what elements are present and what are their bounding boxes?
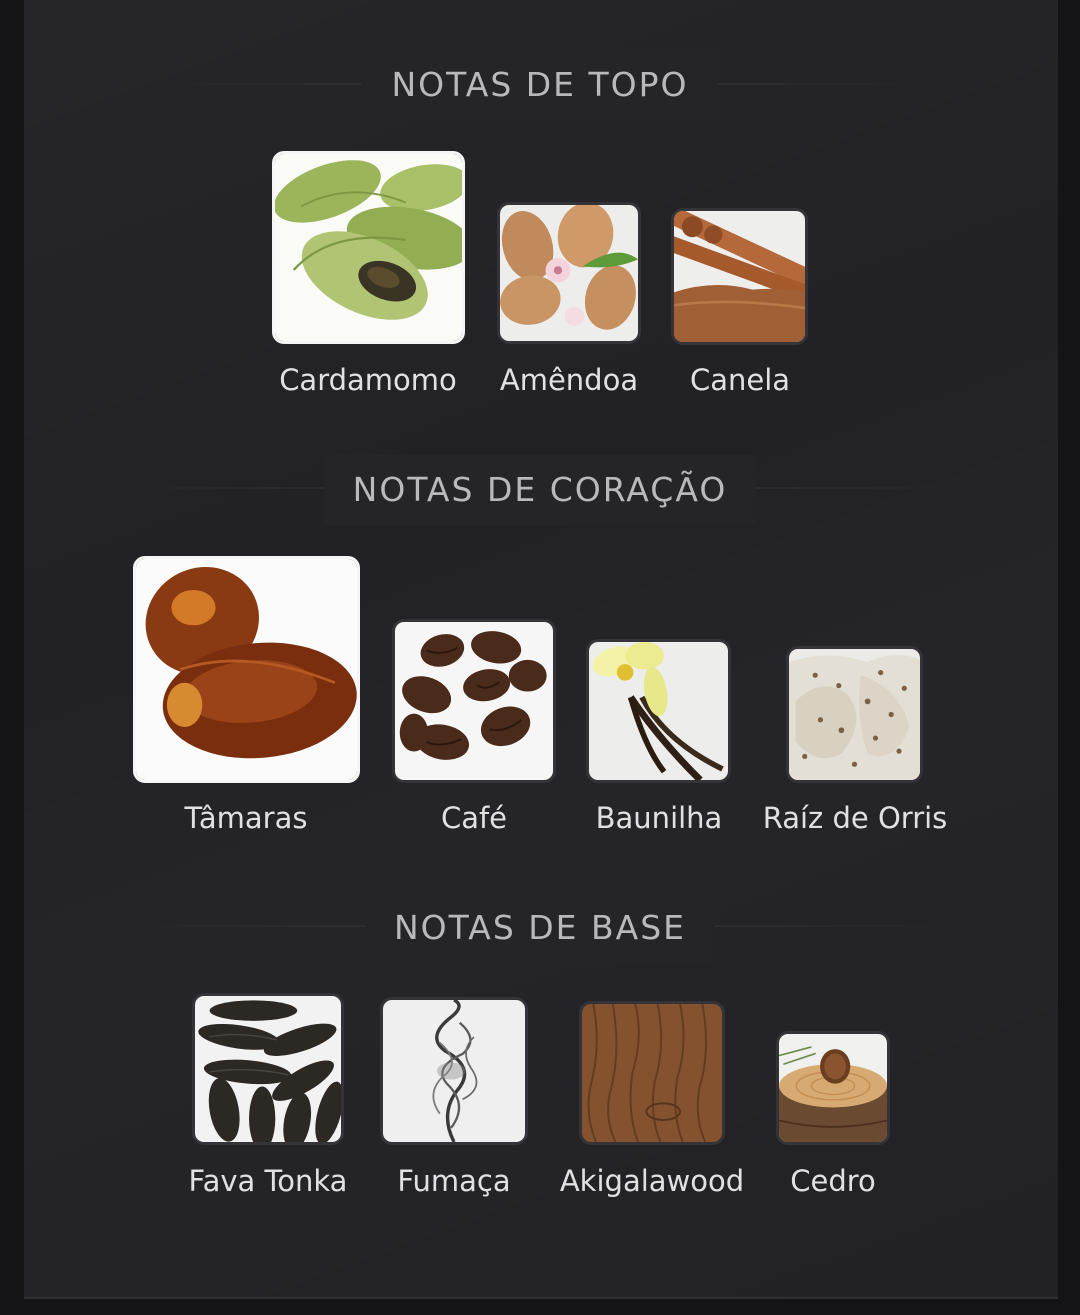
coffee-beans-icon [392,619,556,783]
note-label: Raíz de Orris [762,801,948,835]
orris-root-icon [786,646,923,783]
note-label: Tâmaras [184,801,308,835]
vanilla-icon [586,639,731,783]
note-label: Canela [689,363,791,397]
cardamom-icon [272,151,465,344]
dates-icon [133,556,360,783]
wood-grain-icon [579,1001,725,1145]
cedar-log-icon [776,1031,890,1145]
section-title-heart-notes: NOTAS DE CORAÇÃO [324,455,756,525]
smoke-icon [380,997,528,1145]
section-title-base-notes: NOTAS DE BASE [366,893,714,963]
almond-icon [497,202,641,344]
section-title-top-notes: NOTAS DE TOPO [362,50,718,120]
cinnamon-icon [671,208,808,345]
tonka-bean-icon [192,993,344,1145]
note-label: Cedro [790,1164,876,1198]
footer-divider [24,1297,1058,1299]
